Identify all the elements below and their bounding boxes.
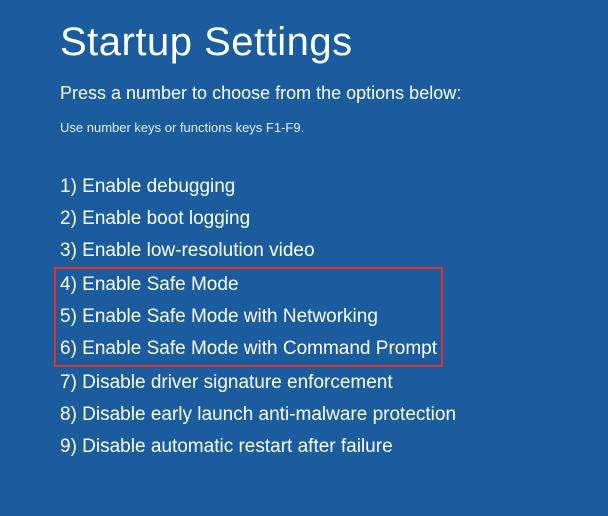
option-7[interactable]: 7) Disable driver signature enforcement (60, 367, 548, 399)
option-5[interactable]: 5) Enable Safe Mode with Networking (60, 301, 437, 333)
option-4[interactable]: 4) Enable Safe Mode (60, 269, 437, 301)
startup-settings-panel: Startup Settings Press a number to choos… (0, 0, 608, 463)
hint-text: Use number keys or functions keys F1-F9. (60, 120, 548, 135)
option-8[interactable]: 8) Disable early launch anti-malware pro… (60, 399, 548, 431)
options-list: 1) Enable debugging 2) Enable boot loggi… (60, 171, 548, 463)
option-9[interactable]: 9) Disable automatic restart after failu… (60, 431, 548, 463)
option-1[interactable]: 1) Enable debugging (60, 171, 548, 203)
option-6[interactable]: 6) Enable Safe Mode with Command Prompt (60, 333, 437, 365)
option-3[interactable]: 3) Enable low-resolution video (60, 235, 548, 267)
option-2[interactable]: 2) Enable boot logging (60, 203, 548, 235)
page-title: Startup Settings (60, 20, 548, 65)
instruction-text: Press a number to choose from the option… (60, 83, 548, 104)
highlight-safe-mode-options: 4) Enable Safe Mode 5) Enable Safe Mode … (54, 267, 443, 367)
